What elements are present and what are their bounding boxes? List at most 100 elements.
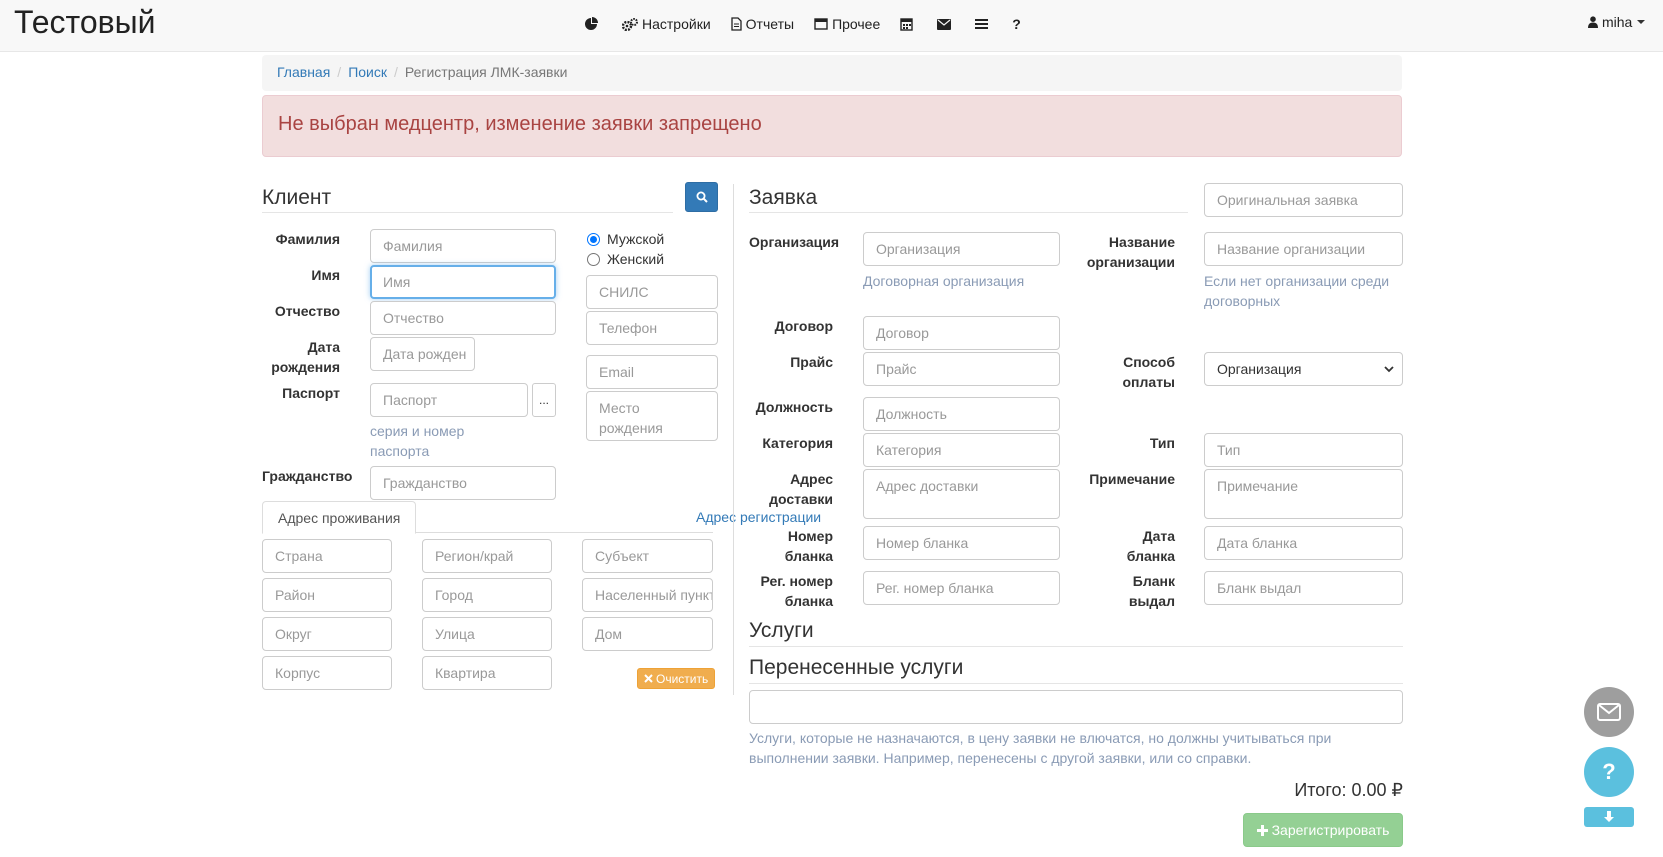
arrow-down-icon — [1604, 811, 1614, 822]
envelope-icon — [937, 18, 952, 30]
street-input[interactable]: Улица — [422, 617, 552, 651]
passport-input[interactable]: Паспорт — [370, 383, 528, 417]
feedback-button[interactable] — [1584, 687, 1634, 737]
client-title: Клиент — [262, 186, 332, 209]
services-divider — [749, 646, 1403, 647]
tab-address-live[interactable]: Адрес проживания — [262, 501, 417, 534]
surname-input[interactable]: Фамилия — [370, 229, 556, 263]
apartment-input[interactable]: Квартира — [422, 656, 552, 690]
form-date-input[interactable]: Дата бланка — [1204, 526, 1403, 560]
nav-other[interactable]: Прочее — [814, 16, 880, 32]
phone-input[interactable]: Телефон — [586, 311, 718, 345]
price-input[interactable]: Прайс — [863, 352, 1060, 386]
nav-settings[interactable]: Настройки — [622, 16, 711, 32]
name-input[interactable]: Имя — [370, 265, 556, 299]
okrug-input[interactable]: Округ — [262, 617, 392, 651]
nav-reports[interactable]: Отчеты — [731, 16, 794, 32]
breadcrumb: Главная / Поиск / Регистрация ЛМК-заявки — [262, 55, 1402, 91]
original-request-input[interactable]: Оригинальная заявка — [1204, 183, 1403, 217]
nav-calendar[interactable] — [900, 17, 917, 31]
gender-male-radio[interactable] — [587, 232, 600, 246]
gears-icon — [622, 17, 638, 31]
note-label: Примечание — [1089, 471, 1175, 487]
gender-female-radio[interactable] — [587, 252, 600, 266]
form-number-label: Номер бланка — [784, 528, 833, 564]
transferred-services-input[interactable] — [749, 690, 1403, 724]
city-input[interactable]: Город — [422, 578, 552, 612]
snils-input[interactable]: СНИЛС — [586, 275, 718, 309]
plus-icon — [1256, 824, 1268, 836]
payment-select-value: Организация — [1217, 361, 1302, 377]
patronymic-input[interactable]: Отчество — [370, 301, 556, 335]
org-name-help: Если нет организации среди договорных — [1204, 273, 1390, 309]
contract-input[interactable]: Договор — [863, 316, 1060, 350]
surname-label: Фамилия — [275, 231, 340, 247]
calendar-icon — [900, 18, 913, 31]
register-button[interactable]: Зарегистрировать — [1243, 813, 1403, 847]
form-number-input[interactable]: Номер бланка — [863, 526, 1060, 560]
org-name-label: Название организации — [1086, 234, 1175, 270]
type-label: Тип — [1149, 435, 1175, 451]
category-input[interactable]: Категория — [863, 433, 1060, 467]
clear-address-button[interactable]: Очистить — [637, 668, 716, 689]
subject-input[interactable]: Субъект — [582, 539, 713, 573]
org-name-input[interactable]: Название организации — [1204, 232, 1403, 266]
type-input[interactable]: Тип — [1204, 433, 1403, 467]
delivery-input[interactable]: Адрес доставки — [863, 469, 1060, 519]
close-icon — [644, 674, 653, 683]
file-icon — [731, 17, 742, 31]
scroll-down-button[interactable] — [1584, 807, 1634, 827]
gender-male-option[interactable]: Мужской — [587, 231, 664, 247]
question-icon: ? — [1012, 16, 1021, 32]
position-input[interactable]: Должность — [863, 397, 1060, 431]
nav-dashboard[interactable] — [584, 17, 602, 31]
country-input[interactable]: Страна — [262, 539, 392, 573]
settlement-input[interactable]: Населенный пункт — [582, 578, 713, 612]
birthdate-label: Дата рождения — [271, 339, 340, 375]
chevron-down-icon — [1384, 366, 1394, 373]
birthdate-input[interactable]: Дата рожден — [370, 337, 475, 371]
house-input[interactable]: Дом — [582, 617, 713, 651]
payment-select[interactable]: Организация — [1204, 352, 1403, 386]
email-input[interactable]: Email — [586, 355, 718, 389]
price-label: Прайс — [790, 354, 833, 370]
total-amount: Итого: 0.00 ₽ — [1294, 780, 1403, 800]
user-name: miha — [1602, 14, 1633, 30]
nav-help[interactable]: ? — [1012, 16, 1021, 32]
issued-input[interactable]: Бланк выдал — [1204, 571, 1403, 605]
gender-female-option[interactable]: Женский — [587, 251, 664, 267]
user-menu[interactable]: miha — [1588, 14, 1646, 30]
org-help: Договорная организация — [863, 273, 1025, 289]
reg-number-label: Рег. номер бланка — [760, 573, 833, 609]
note-input[interactable]: Примечание — [1204, 469, 1403, 519]
help-button[interactable]: ? — [1584, 747, 1634, 797]
transferred-services-help: Услуги, которые не назначаются, в цену з… — [749, 730, 1332, 766]
client-search-button[interactable] — [685, 182, 718, 212]
region-input[interactable]: Регион/край — [422, 539, 552, 573]
name-label: Имя — [311, 267, 340, 283]
reg-number-input[interactable]: Рег. номер бланка — [863, 571, 1060, 605]
register-label: Зарегистрировать — [1271, 822, 1390, 838]
org-input[interactable]: Организация — [863, 232, 1060, 266]
passport-more-button[interactable]: ... — [532, 383, 556, 417]
error-alert: Не выбран медцентр, изменение заявки зап… — [262, 95, 1402, 157]
main-menu: Настройки Отчеты Прочее ? — [584, 12, 1041, 36]
column-divider — [733, 184, 734, 695]
birthplace-input[interactable]: Место рождения — [586, 391, 718, 441]
district-input[interactable]: Район — [262, 578, 392, 612]
search-icon — [696, 191, 708, 203]
window-icon — [814, 18, 828, 30]
building-input[interactable]: Корпус — [262, 656, 392, 690]
category-label: Категория — [762, 435, 833, 451]
pie-chart-icon — [585, 17, 598, 30]
citizenship-label: Гражданство — [262, 468, 353, 484]
nav-messages[interactable] — [937, 18, 955, 30]
breadcrumb-search[interactable]: Поиск — [348, 64, 387, 80]
request-title: Заявка — [749, 186, 818, 209]
citizenship-input[interactable]: Гражданство — [370, 466, 556, 500]
nav-menu[interactable] — [975, 18, 992, 30]
breadcrumb-home[interactable]: Главная — [277, 64, 330, 80]
brand-title[interactable]: Тестовый — [14, 4, 156, 41]
position-label: Должность — [755, 399, 833, 415]
transferred-divider — [749, 683, 1403, 684]
